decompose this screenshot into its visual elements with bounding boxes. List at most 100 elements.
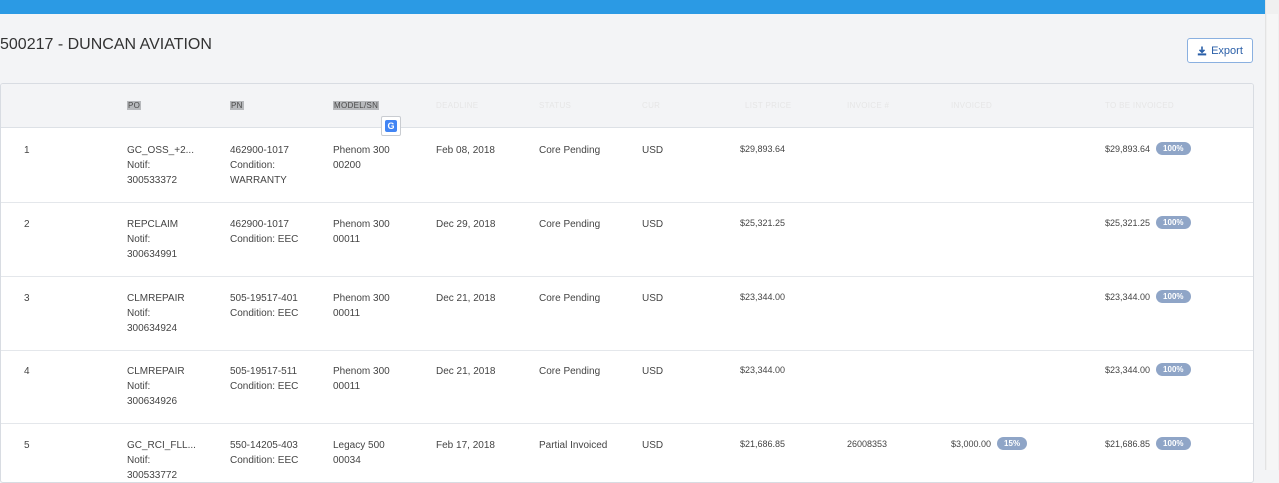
to-be-invoiced-cell: $23,344.00 100% (1105, 363, 1191, 378)
to-be-invoiced-value: $29,893.64 (1105, 144, 1151, 154)
download-icon (1197, 46, 1207, 55)
percent-badge: 100% (1156, 142, 1191, 155)
column-header-cur[interactable]: CUR (642, 101, 660, 110)
deadline-cell: Dec 29, 2018 (436, 219, 496, 230)
percent-badge: 100% (1156, 363, 1191, 376)
percent-badge: 100% (1156, 290, 1191, 303)
to-be-invoiced-value: $21,686.85 (1105, 439, 1151, 449)
google-translate-icon[interactable]: G (381, 116, 401, 136)
column-header-pn[interactable]: PN (230, 101, 244, 110)
notif-value: 300634926 (127, 396, 178, 407)
condition-label: Condition: EEC (230, 308, 299, 319)
scrollbar-thumb[interactable] (1267, 14, 1278, 470)
model-value: Legacy 500 (333, 440, 385, 451)
column-header-po[interactable]: PO (127, 101, 142, 110)
column-header-invoiced[interactable]: INVOICED (951, 101, 992, 110)
translate-glyph: G (385, 120, 397, 132)
pn-cell: 505-19517-511 Condition: EEC (230, 364, 298, 394)
column-header-status[interactable]: STATUS (539, 101, 571, 110)
export-label: Export (1211, 44, 1243, 57)
table-row[interactable]: 3 CLMREPAIR Notif: 300634924 505-19517-4… (1, 276, 1253, 351)
status-cell: Partial Invoiced (539, 440, 608, 451)
sn-value: 00011 (333, 381, 361, 392)
list-price-cell: $23,344.00 (740, 292, 786, 302)
pn-value: 462900-1017 (230, 145, 289, 156)
percent-badge: 100% (1156, 216, 1191, 229)
currency-cell: USD (642, 440, 664, 451)
pn-value: 505-19517-511 (230, 366, 298, 377)
pn-value: 462900-1017 (230, 219, 289, 230)
list-price-cell: $29,893.64 (740, 144, 786, 154)
condition-value: WARRANTY (230, 175, 287, 186)
parts-table: PO PN MODEL/SN DEADLINE STATUS CUR LIST … (0, 83, 1254, 483)
row-number: 2 (24, 219, 30, 230)
column-header-list-price[interactable]: LIST PRICE (745, 101, 791, 110)
row-number: 5 (24, 440, 30, 451)
currency-cell: USD (642, 219, 664, 230)
to-be-invoiced-value: $25,321.25 (1105, 218, 1151, 228)
notif-label: Notif: (127, 455, 151, 466)
currency-cell: USD (642, 145, 664, 156)
table-row[interactable]: 2 REPCLAIM Notif: 300634991 462900-1017 … (1, 202, 1253, 277)
list-price-cell: $25,321.25 (740, 218, 786, 228)
invoiced-value: $3,000.00 (951, 439, 992, 449)
to-be-invoiced-value: $23,344.00 (1105, 292, 1151, 302)
column-header-model-sn[interactable]: MODEL/SN (333, 101, 380, 110)
po-value: GC_RCI_FLL... (127, 440, 196, 451)
po-value: CLMREPAIR (127, 293, 185, 304)
notif-value: 300533372 (127, 175, 178, 186)
currency-cell: USD (642, 366, 664, 377)
model-value: Phenom 300 (333, 366, 390, 377)
table-row[interactable]: 5 GC_RCI_FLL... Notif: 300533772 550-142… (1, 423, 1253, 482)
po-cell: CLMREPAIR Notif: 300634926 (127, 364, 185, 409)
deadline-cell: Dec 21, 2018 (436, 366, 496, 377)
condition-label: Condition: EEC (230, 381, 299, 392)
status-cell: Core Pending (539, 293, 601, 304)
percent-badge: 15% (997, 437, 1028, 450)
top-bar (0, 0, 1266, 14)
pn-cell: 550-14205-403 Condition: EEC (230, 438, 298, 468)
notif-label: Notif: (127, 381, 151, 392)
sn-value: 00034 (333, 455, 361, 466)
list-price-cell: $21,686.85 (740, 439, 786, 449)
table-row[interactable]: 4 CLMREPAIR Notif: 300634926 505-19517-5… (1, 349, 1253, 424)
po-value: REPCLAIM (127, 219, 179, 230)
po-cell: GC_RCI_FLL... Notif: 300533772 (127, 438, 196, 482)
vertical-scrollbar[interactable] (1265, 0, 1279, 470)
pn-cell: 462900-1017 Condition: EEC (230, 217, 298, 247)
list-price-cell: $23,344.00 (740, 365, 786, 375)
pn-cell: 462900-1017 Condition: WARRANTY (230, 143, 289, 188)
notif-label: Notif: (127, 160, 151, 171)
to-be-invoiced-cell: $25,321.25 100% (1105, 216, 1191, 231)
currency-cell: USD (642, 293, 664, 304)
po-cell: GC_OSS_+2... Notif: 300533372 (127, 143, 194, 188)
sn-value: 00011 (333, 308, 361, 319)
po-value: GC_OSS_+2... (127, 145, 194, 156)
status-cell: Core Pending (539, 219, 601, 230)
pn-cell: 505-19517-401 Condition: EEC (230, 291, 298, 321)
deadline-cell: Feb 17, 2018 (436, 440, 495, 451)
po-cell: CLMREPAIR Notif: 300634924 (127, 291, 185, 336)
model-sn-cell: Phenom 300 00011 (333, 364, 390, 394)
column-header-to-be-invoiced[interactable]: TO BE INVOICED (1105, 101, 1174, 110)
page-title: 500217 - DUNCAN AVIATION (0, 36, 212, 53)
column-header-deadline[interactable]: DEADLINE (436, 101, 478, 110)
pn-value: 505-19517-401 (230, 293, 298, 304)
model-value: Phenom 300 (333, 293, 390, 304)
table-row[interactable]: 1 GC_OSS_+2... Notif: 300533372 462900-1… (1, 128, 1253, 203)
po-cell: REPCLAIM Notif: 300634991 (127, 217, 178, 262)
export-button[interactable]: Export (1187, 38, 1253, 63)
model-sn-cell: Legacy 500 00034 (333, 438, 385, 468)
to-be-invoiced-cell: $23,344.00 100% (1105, 290, 1191, 305)
invoice-number-cell: 26008353 (847, 439, 888, 449)
row-number: 3 (24, 293, 30, 304)
column-header-invoice-number[interactable]: INVOICE # (847, 101, 889, 110)
notif-label: Notif: (127, 234, 151, 245)
to-be-invoiced-cell: $29,893.64 100% (1105, 142, 1191, 157)
row-number: 1 (24, 145, 30, 156)
model-sn-cell: Phenom 300 00200 (333, 143, 390, 173)
status-cell: Core Pending (539, 366, 601, 377)
model-value: Phenom 300 (333, 219, 390, 230)
model-sn-cell: Phenom 300 00011 (333, 217, 390, 247)
sn-value: 00200 (333, 160, 361, 171)
